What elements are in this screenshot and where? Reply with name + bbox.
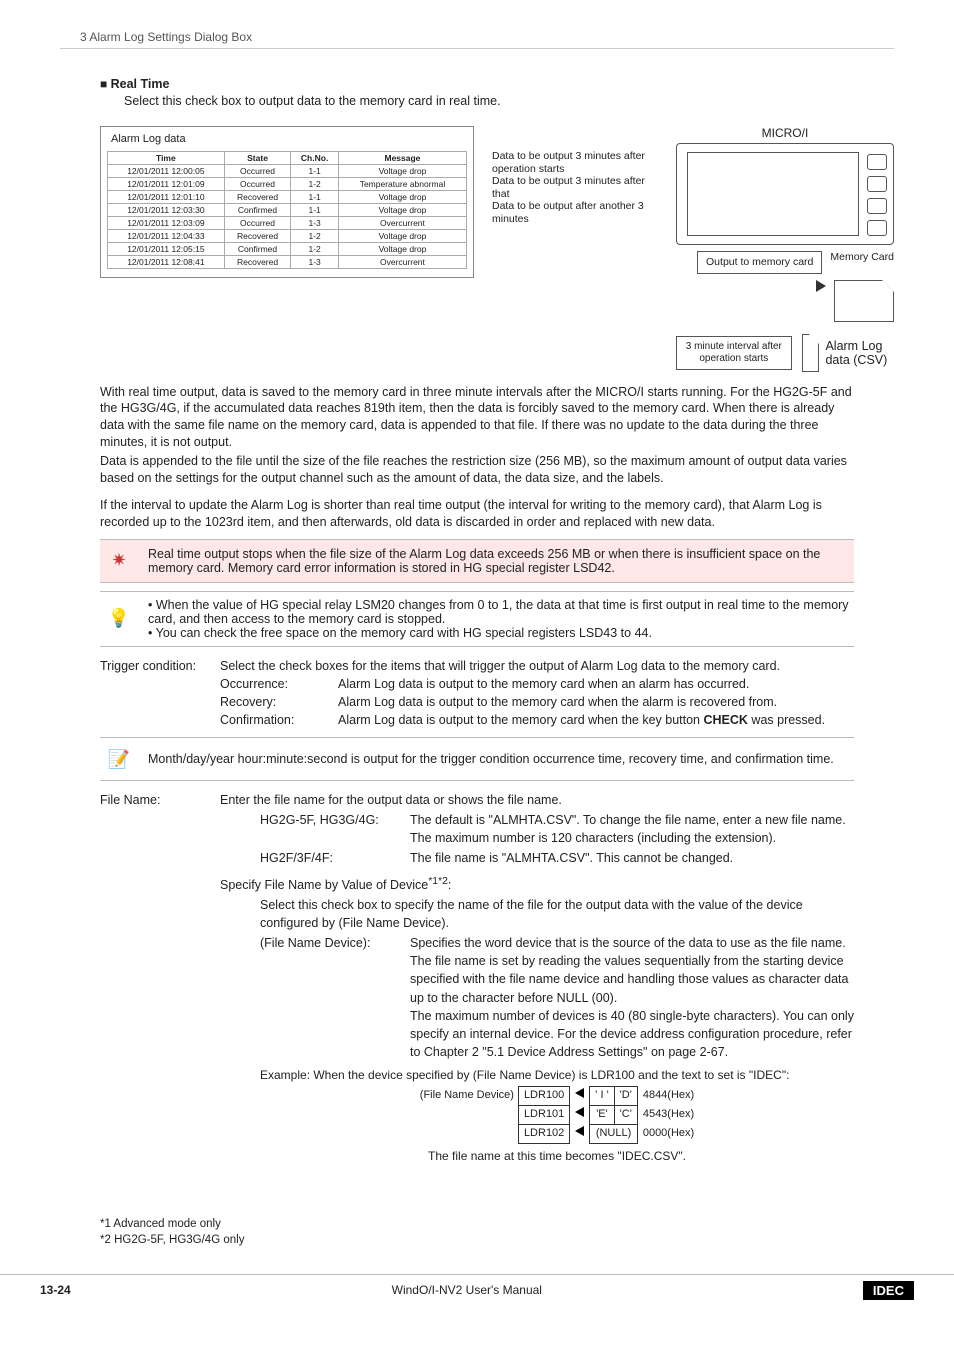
trigger-condition-label: Trigger condition:: [100, 657, 210, 730]
warning-icon: ✷: [104, 546, 134, 576]
filename-row: File Name: Enter the file name for the o…: [100, 791, 854, 1166]
micro-title: MICRO/I: [676, 126, 894, 140]
memory-card-icon: [834, 280, 894, 322]
csv-label: Alarm Log data (CSV): [825, 339, 894, 367]
footnotes: *1 Advanced mode only *2 HG2G-5F, HG3G/4…: [100, 1216, 894, 1248]
memory-card-label: Memory Card: [830, 251, 894, 263]
brand-logo: IDEC: [863, 1281, 914, 1300]
alarm-log-card: Alarm Log data Time State Ch.No. Message…: [100, 126, 474, 278]
breadcrumb: 3 Alarm Log Settings Dialog Box: [60, 30, 894, 49]
arrow-icon: [816, 280, 826, 292]
page-number: 13-24: [40, 1283, 71, 1297]
lightbulb-icon: 💡: [104, 604, 134, 634]
note-icon: 📝: [104, 744, 134, 774]
brace-label-1: Data to be output 3 minutes after operat…: [492, 150, 658, 175]
arrow-left-icon: [575, 1088, 584, 1098]
brace-label-2: Data to be output 3 minutes after that: [492, 175, 658, 200]
manual-name: WindO/I-NV2 User's Manual: [392, 1283, 542, 1297]
section-desc: Select this check box to output data to …: [124, 94, 894, 108]
callout-note: 📝 Month/day/year hour:minute:second is o…: [100, 737, 854, 781]
callout-tip: 💡 • When the value of HG special relay L…: [100, 591, 854, 647]
interval-label: 3 minute interval after operation starts: [676, 336, 792, 370]
paragraph-3: If the interval to update the Alarm Log …: [100, 497, 854, 531]
alarm-log-table: Time State Ch.No. Message 12/01/2011 12:…: [107, 151, 467, 269]
callout-warning: ✷ Real time output stops when the file s…: [100, 539, 854, 583]
trigger-condition-row: Trigger condition: Select the check boxe…: [100, 657, 854, 730]
brace-label-3: Data to be output after another 3 minute…: [492, 200, 658, 225]
ldr-example-table: (File Name Device) LDR100 ' I ''D' 4844(…: [415, 1086, 699, 1144]
section-heading: ■ Real Time: [100, 77, 894, 91]
paragraph-2: Data is appended to the file until the s…: [100, 453, 854, 487]
filename-label: File Name:: [100, 791, 210, 1166]
page-footer: 13-24 WindO/I-NV2 User's Manual IDEC: [0, 1274, 954, 1300]
output-label: Output to memory card: [697, 251, 822, 274]
micro-device: [676, 143, 894, 245]
diagram: Alarm Log data Time State Ch.No. Message…: [100, 126, 894, 372]
file-icon: [802, 334, 820, 372]
paragraph-1: With real time output, data is saved to …: [100, 384, 854, 452]
